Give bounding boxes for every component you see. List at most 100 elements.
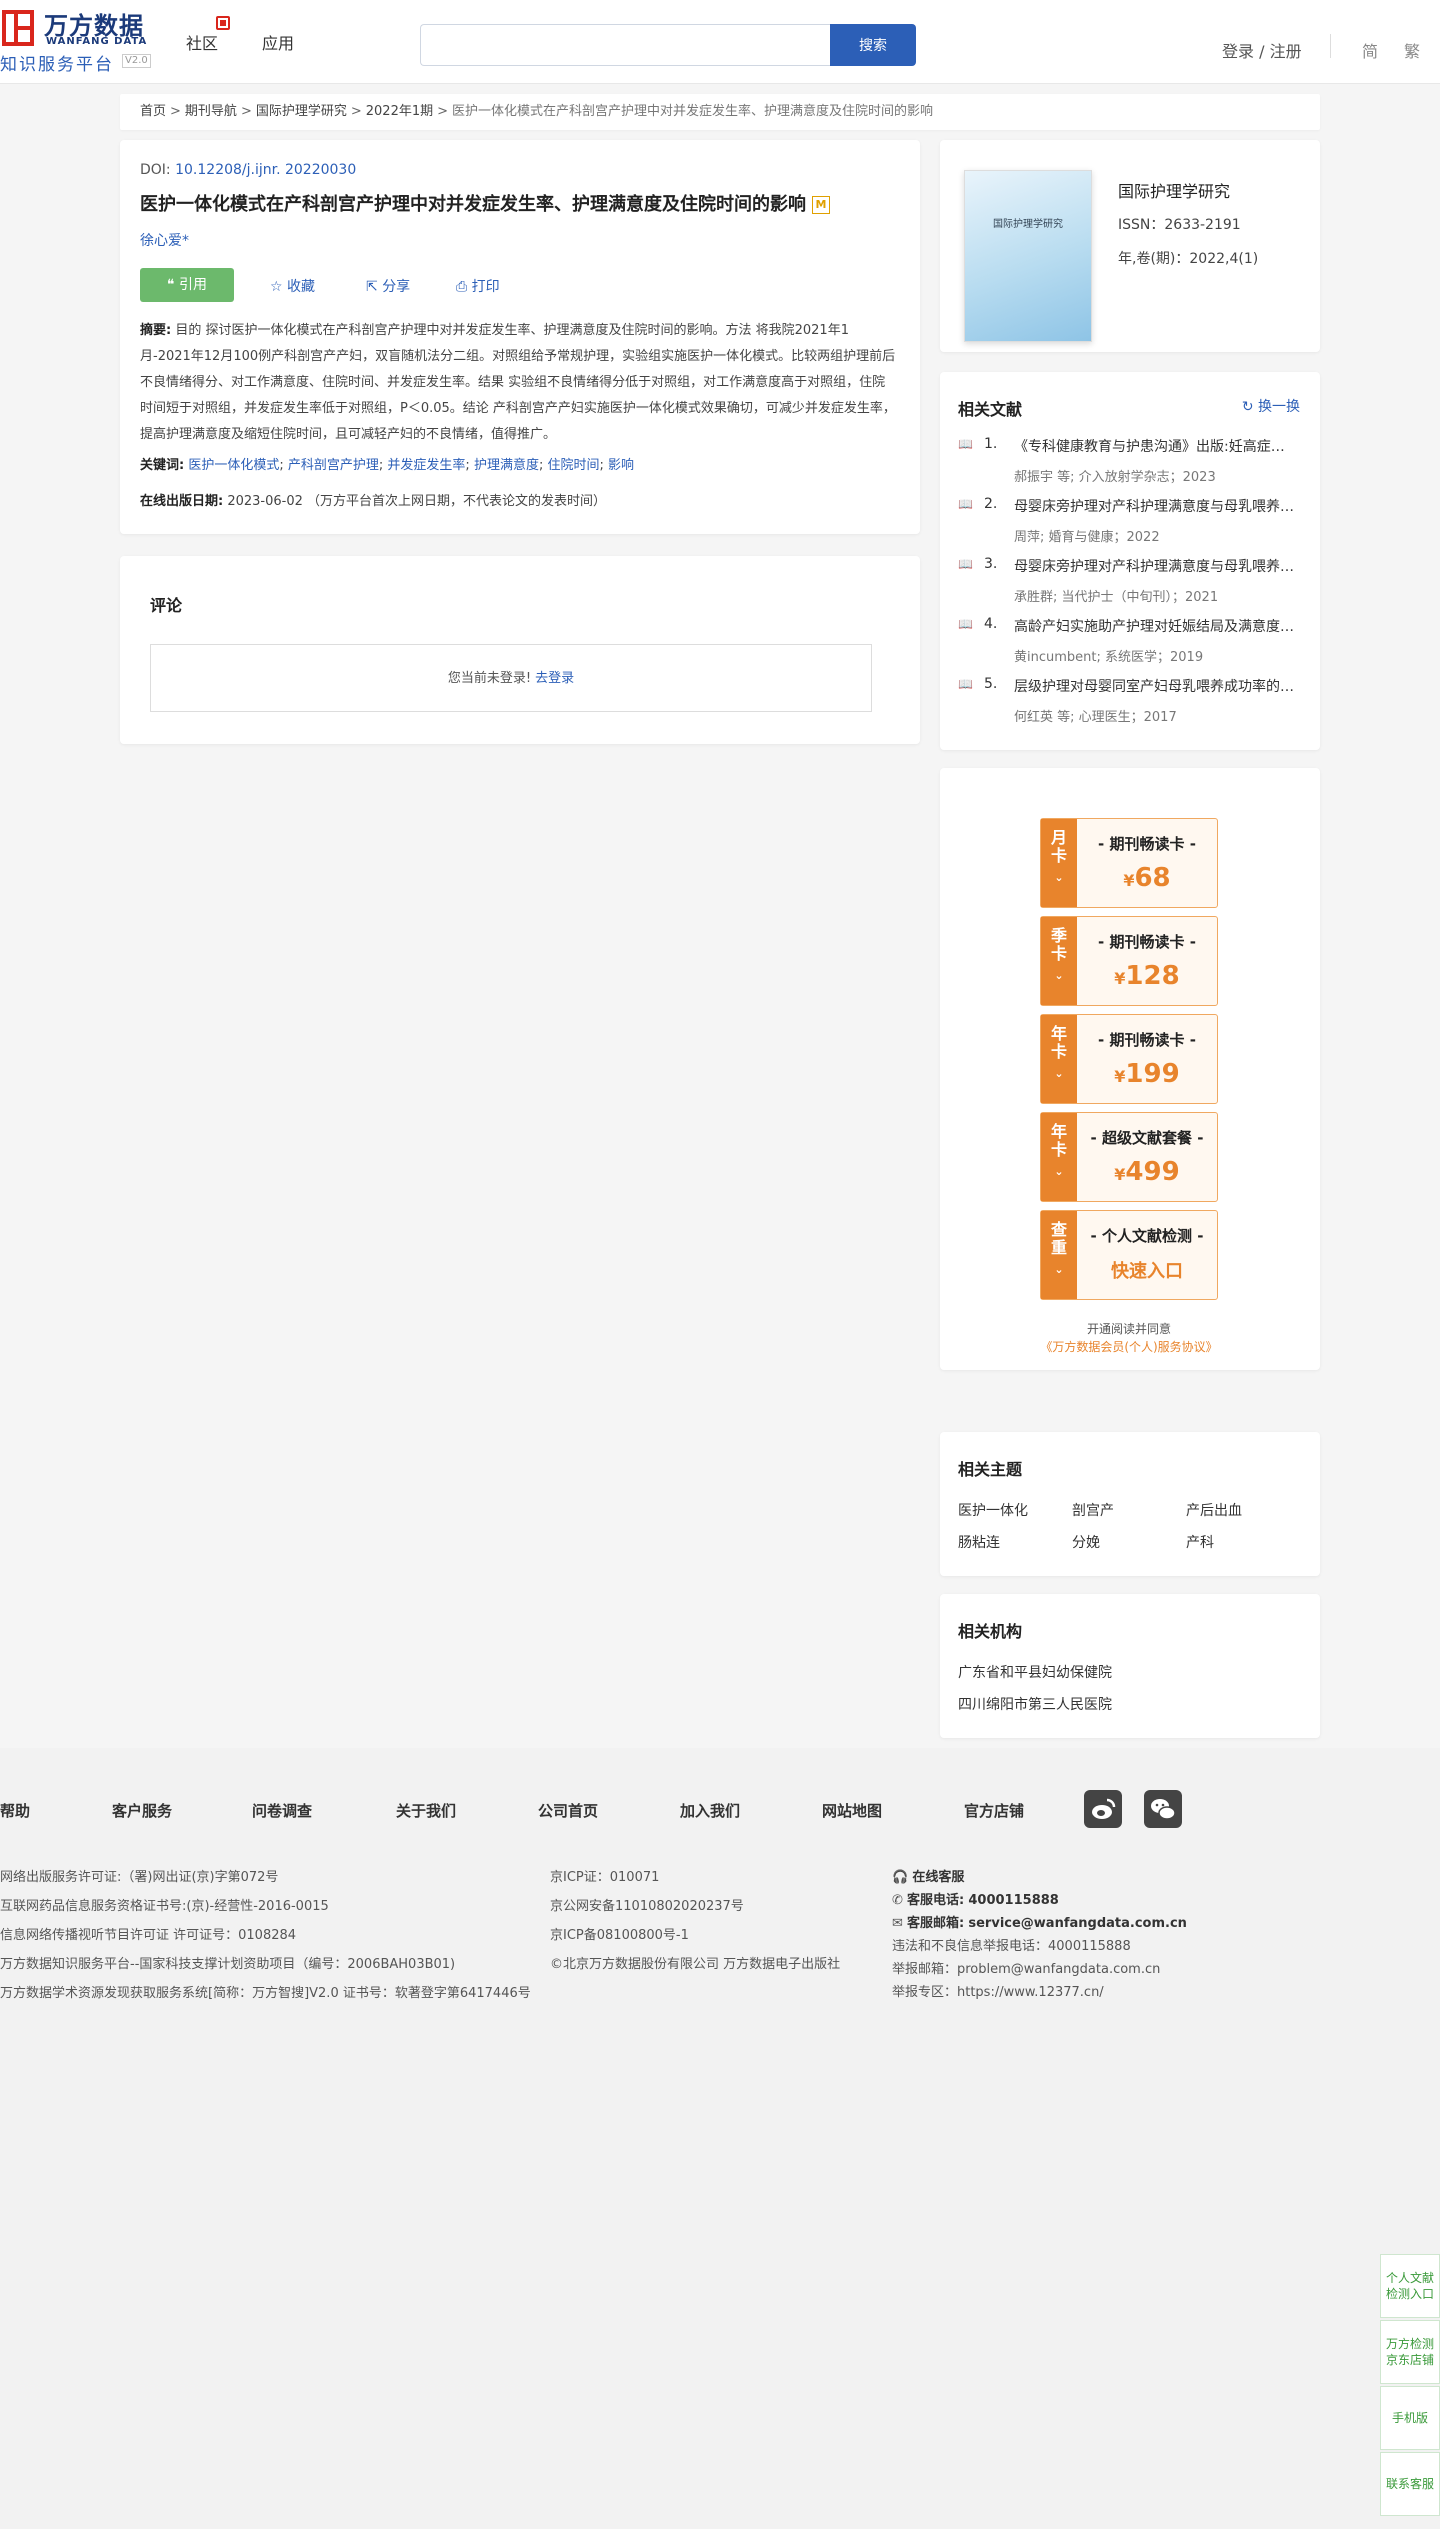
book-icon: 📖 xyxy=(958,497,973,511)
keyword-link[interactable]: 并发症发生率 xyxy=(387,458,465,473)
side-jd-store[interactable]: 万方检测京东店铺 xyxy=(1380,2320,1440,2384)
double-chevron-down-icon: ⌄ xyxy=(1054,1165,1064,1178)
nav-apps[interactable]: 应用 xyxy=(262,30,294,54)
lang-traditional[interactable]: 繁 xyxy=(1404,38,1420,62)
wanfang-logo[interactable]: 万方数据 WANFANG DATA 知识服务平台 V2.0 xyxy=(0,6,160,75)
footer-nav-join[interactable]: 加入我们 xyxy=(680,1800,740,1821)
double-chevron-down-icon: ⌄ xyxy=(1054,969,1064,982)
headset-icon: 🎧 xyxy=(892,1870,913,1885)
side-personal-check-entry[interactable]: 个人文献检测入口 xyxy=(1380,2254,1440,2318)
online-service-label: 在线客服 xyxy=(912,1870,965,1885)
promo-side-tag: 年卡 ⌄ xyxy=(1041,1015,1077,1103)
topic-link[interactable]: 产后出血 xyxy=(1186,1500,1242,1520)
keyword-link[interactable]: 住院时间 xyxy=(547,458,599,473)
search-button[interactable]: 搜索 xyxy=(830,24,916,66)
promo-annual-card[interactable]: 年卡 ⌄ - 期刊畅读卡 - ¥199 xyxy=(1040,1014,1218,1104)
footer-nav-about[interactable]: 关于我们 xyxy=(396,1800,456,1821)
promo-side-char: 重 xyxy=(1050,1238,1067,1257)
related-doc-title[interactable]: 《专科健康教育与护患沟通》出版:妊高症孕产妇护理实践 xyxy=(1014,436,1298,456)
book-icon: 📖 xyxy=(958,677,973,691)
promo-price: ¥199 xyxy=(1077,1059,1217,1089)
icp-line: 京公网安备11010802020237号 xyxy=(550,1899,744,1914)
footer-nav-survey[interactable]: 问卷调查 xyxy=(252,1800,312,1821)
share-button[interactable]: ⇱ 分享 xyxy=(366,276,410,296)
promo-side-char: 年 xyxy=(1050,1024,1067,1043)
wechat-icon[interactable] xyxy=(1144,1790,1182,1828)
favorite-button[interactable]: ☆ 收藏 xyxy=(270,276,315,296)
promo-side-tag: 季卡 ⌄ xyxy=(1041,917,1077,1005)
topics-card: 相关主题 医护一体化 剖宫产 产后出血 肠粘连 分娩 产科 xyxy=(940,1432,1320,1576)
report-zone-link[interactable]: 举报专区：https://www.12377.cn/ xyxy=(892,1981,1104,2000)
related-doc-title[interactable]: 高龄产妇实施助产护理对妊娠结局及满意度的影响 xyxy=(1014,616,1298,636)
print-button[interactable]: ⎙ 打印 xyxy=(456,276,500,296)
mail-icon: ✉ xyxy=(892,1916,908,1931)
promo-side-char: 查 xyxy=(1050,1220,1067,1239)
journal-name[interactable]: 国际护理学研究 xyxy=(1118,178,1230,202)
cite-button[interactable]: ❝ 引用 xyxy=(140,268,234,302)
comment-login-link[interactable]: 去登录 xyxy=(535,671,574,686)
keyword-link[interactable]: 影响 xyxy=(608,458,634,473)
new-badge-icon xyxy=(216,16,230,30)
print-label: 打印 xyxy=(471,279,500,295)
topic-link[interactable]: 分娩 xyxy=(1072,1532,1100,1552)
footer-nav-service[interactable]: 客户服务 xyxy=(112,1800,172,1821)
m-badge-icon[interactable]: M xyxy=(812,196,830,214)
promo-side-char: 卡 xyxy=(1050,1140,1067,1159)
breadcrumb-home[interactable]: 首页 xyxy=(140,104,166,119)
footer-nav-home[interactable]: 公司首页 xyxy=(538,1800,598,1821)
doi-link[interactable]: 10.12208/j.ijnr. 20220030 xyxy=(175,162,356,178)
related-doc-num: 2. xyxy=(984,496,998,512)
swap-button[interactable]: ↻ 换一换 xyxy=(1242,396,1300,416)
breadcrumb: 首页 > 期刊导航 > 国际护理学研究 >2022年1期 > 医护一体化模式在产科剖宫产护理中… xyxy=(120,94,1320,130)
promo-label: - 期刊畅读卡 - xyxy=(1098,1031,1196,1049)
breadcrumb-journals[interactable]: 期刊导航 xyxy=(185,104,237,119)
icp-line: 京ICP备08100800号-1 xyxy=(550,1928,689,1943)
article-title: 医护一体化模式在产科剖宫产护理中对并发症发生率、护理满意度及住院时间的影响 M xyxy=(140,192,880,218)
promo-side-tag: 查重 ⌄ xyxy=(1041,1211,1077,1299)
author-link[interactable]: 徐心爱* xyxy=(140,230,189,250)
weibo-icon[interactable] xyxy=(1084,1790,1122,1828)
promo-label: - 期刊畅读卡 - xyxy=(1098,835,1196,853)
promo-monthly-card[interactable]: 月卡 ⌄ - 期刊畅读卡 - ¥68 xyxy=(1040,818,1218,908)
topics-heading: 相关主题 xyxy=(958,1460,1023,1479)
footer-nav-store[interactable]: 官方店铺 xyxy=(964,1800,1024,1821)
side-mobile[interactable]: 手机版 xyxy=(1380,2386,1440,2450)
topic-link[interactable]: 医护一体化 xyxy=(958,1500,1028,1520)
org-link[interactable]: 广东省和平县妇幼保健院 xyxy=(958,1662,1112,1682)
related-doc-title[interactable]: 母婴床旁护理对产科护理满意度与母乳喂养的影响 xyxy=(1014,496,1298,516)
keyword-link[interactable]: 产科剖宫产护理 xyxy=(288,458,379,473)
topic-link[interactable]: 剖宫产 xyxy=(1072,1500,1114,1520)
topic-link[interactable]: 肠粘连 xyxy=(958,1532,1000,1552)
search-input[interactable] xyxy=(420,24,830,66)
promo-label: - 超级文献套餐 - xyxy=(1090,1129,1204,1147)
nav-community[interactable]: 社区 xyxy=(186,30,218,54)
online-service-link[interactable]: 🎧 在线客服 xyxy=(892,1866,964,1885)
org-link[interactable]: 四川绵阳市第三人民医院 xyxy=(958,1694,1112,1714)
header-divider xyxy=(1330,34,1331,58)
promo-fast-entry: 快速入口 xyxy=(1111,1261,1183,1282)
wanfang-logo-mark-icon xyxy=(2,10,34,46)
related-doc-title[interactable]: 母婴床旁护理对产科护理满意度与母乳喂养的影响 xyxy=(1014,556,1298,576)
login-register-link[interactable]: 登录 / 注册 xyxy=(1222,38,1302,62)
lang-simplified[interactable]: 简 xyxy=(1362,38,1378,62)
promo-side-tag: 月卡 ⌄ xyxy=(1041,819,1077,907)
side-contact-service[interactable]: 联系客服 xyxy=(1380,2452,1440,2516)
related-doc-title[interactable]: 层级护理对母婴同室产妇母乳喂养成功率的影响 xyxy=(1014,676,1298,696)
promo-side-char: 卡 xyxy=(1050,1042,1067,1061)
icp-line: 京ICP证：010071 xyxy=(550,1870,660,1885)
agreement-link[interactable]: 《万方数据会员(个人)服务协议》 xyxy=(940,1338,1318,1355)
breadcrumb-issue[interactable]: 2022年1期 xyxy=(366,104,433,119)
orgs-heading: 相关机构 xyxy=(958,1622,1023,1641)
promo-quarterly-card[interactable]: 季卡 ⌄ - 期刊畅读卡 - ¥128 xyxy=(1040,916,1218,1006)
star-icon: ☆ xyxy=(270,279,288,295)
topic-link[interactable]: 产科 xyxy=(1186,1532,1214,1552)
phone-label: 客服电话: xyxy=(907,1893,965,1908)
promo-super-package[interactable]: 年卡 ⌄ - 超级文献套餐 - ¥499 xyxy=(1040,1112,1218,1202)
keyword-link[interactable]: 医护一体化模式 xyxy=(188,458,279,473)
journal-cover[interactable]: 国际护理学研究 xyxy=(964,170,1092,342)
breadcrumb-journal[interactable]: 国际护理学研究 xyxy=(256,104,347,119)
footer-nav-help[interactable]: 帮助 xyxy=(0,1800,30,1821)
footer-nav-sitemap[interactable]: 网站地图 xyxy=(822,1800,882,1821)
promo-check-entry[interactable]: 查重 ⌄ - 个人文献检测 - 快速入口 xyxy=(1040,1210,1218,1300)
keyword-link[interactable]: 护理满意度 xyxy=(474,458,539,473)
